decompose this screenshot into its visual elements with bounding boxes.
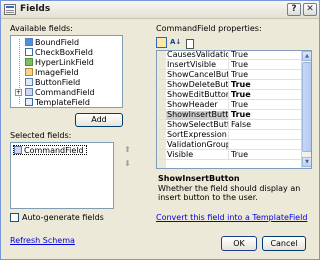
tree-item-label: CommandField [35, 88, 95, 97]
scroll-thumb[interactable] [302, 62, 311, 152]
property-grid-scrollbar[interactable]: ▲ ▼ [301, 51, 311, 168]
button-icon [25, 78, 33, 86]
property-value[interactable]: False [230, 121, 300, 130]
tree-item-buttonfield[interactable]: ButtonField [25, 78, 80, 87]
available-fields-label: Available fields: [10, 24, 73, 33]
tree-item-hyperlinkfield[interactable]: HyperLinkField [25, 58, 94, 67]
property-row[interactable]: ValidationGroup [157, 141, 301, 150]
auto-generate-label: Auto-generate fields [22, 213, 104, 222]
property-value[interactable]: True [230, 111, 300, 120]
property-name: CausesValidation [167, 51, 229, 60]
close-button[interactable]: ✕ [303, 3, 317, 16]
property-row[interactable]: InsertVisible True [157, 61, 301, 70]
boundfield-icon [25, 38, 33, 46]
commandfield-icon [25, 88, 33, 96]
property-toolbar: A↓ [156, 37, 196, 49]
templatefield-icon [25, 98, 33, 106]
add-button[interactable]: Add [75, 113, 123, 127]
tree-item-label: BoundField [35, 38, 80, 47]
property-row[interactable]: ShowSelectButtonFalse [157, 121, 301, 130]
property-name: ShowCancelButton [166, 71, 229, 80]
convert-templatefield-link[interactable]: Convert this field into a TemplateField [156, 213, 307, 222]
property-row[interactable]: Visible True [157, 151, 301, 160]
property-row[interactable]: ShowHeader True [157, 101, 301, 110]
tree-item-commandfield[interactable]: CommandField [25, 88, 95, 97]
categorized-icon[interactable] [156, 37, 167, 48]
tree-item-imagefield[interactable]: ImageField [25, 68, 79, 77]
tree-item-templatefield[interactable]: TemplateField [25, 98, 90, 107]
tree-item-label: ButtonField [35, 78, 81, 87]
cancel-button[interactable]: Cancel [262, 236, 306, 251]
property-value[interactable]: True [230, 81, 300, 90]
dialog-icon [4, 4, 16, 15]
title-bar: Fields ? ✕ [1, 1, 319, 19]
property-value[interactable]: True [230, 51, 300, 60]
properties-label: CommandField properties: [156, 24, 262, 33]
property-name: SortExpression [166, 131, 229, 140]
property-name: ShowHeader [166, 101, 229, 110]
property-row[interactable]: ShowDeleteButtonTrue [157, 81, 301, 90]
scroll-up-icon[interactable]: ▲ [302, 51, 311, 61]
property-pages-icon[interactable] [183, 37, 194, 49]
checkbox-icon [25, 48, 33, 56]
commandfield-icon [14, 146, 22, 154]
property-name: ShowInsertButton [166, 111, 229, 120]
property-row-selected[interactable]: ShowInsertButtonTrue [157, 111, 301, 120]
property-value[interactable]: True [230, 91, 300, 100]
image-icon [25, 68, 33, 76]
tree-item-checkboxfield[interactable]: CheckBoxField [25, 48, 93, 57]
property-description-panel: ShowInsertButton Whether the field shoul… [156, 171, 312, 205]
available-fields-tree[interactable]: BoundField CheckBoxField HyperLinkField … [10, 35, 123, 108]
property-name: ValidationGroup [167, 141, 229, 150]
property-row[interactable]: CausesValidation True [157, 51, 301, 60]
fields-dialog: Fields ? ✕ Available fields: BoundField … [0, 0, 320, 260]
tree-item-boundfield[interactable]: BoundField [25, 38, 79, 47]
property-name: Visible [166, 151, 229, 160]
tree-item-label: TemplateField [35, 98, 90, 107]
description-title: ShowInsertButton [158, 174, 240, 183]
property-row[interactable]: ShowEditButton True [157, 91, 301, 100]
property-name: ShowSelectButton [166, 121, 229, 130]
property-value[interactable]: True [230, 101, 300, 110]
property-value[interactable]: True [230, 151, 300, 160]
selected-item-commandfield[interactable]: CommandField [13, 145, 87, 155]
auto-generate-checkbox[interactable] [10, 213, 19, 222]
description-text: Whether the field should display an inse… [158, 184, 301, 202]
property-value[interactable] [230, 141, 300, 150]
tree-item-label: CheckBoxField [35, 48, 93, 57]
ok-button[interactable]: OK [221, 236, 257, 251]
refresh-schema-link[interactable]: Refresh Schema [10, 236, 75, 245]
selected-item-label: CommandField [24, 146, 84, 155]
tree-item-label: ImageField [35, 68, 79, 77]
property-value[interactable]: True [230, 61, 300, 70]
tree-item-label: HyperLinkField [35, 58, 94, 67]
property-name: ShowEditButton [167, 91, 229, 100]
property-grid[interactable]: CausesValidation True InsertVisible True S… [156, 50, 312, 169]
move-down-button[interactable]: ⬇ [121, 158, 134, 171]
property-row[interactable]: SortExpression [157, 131, 301, 140]
expand-icon[interactable]: + [15, 89, 22, 96]
property-name: ShowDeleteButton [167, 81, 229, 90]
selected-fields-label: Selected fields: [10, 131, 72, 140]
move-up-button[interactable]: ⬆ [121, 144, 134, 157]
scroll-down-icon[interactable]: ▼ [302, 157, 311, 167]
alphabetical-icon[interactable]: A↓ [169, 37, 181, 48]
property-value[interactable] [230, 131, 300, 140]
property-row[interactable]: ShowCancelButtonTrue [157, 71, 301, 80]
selected-fields-list[interactable]: CommandField [10, 142, 114, 209]
property-value[interactable]: True [230, 71, 300, 80]
hyperlink-icon [25, 58, 33, 66]
dialog-title: Fields [20, 4, 51, 14]
help-button[interactable]: ? [287, 3, 301, 16]
property-name: InsertVisible [166, 61, 229, 70]
